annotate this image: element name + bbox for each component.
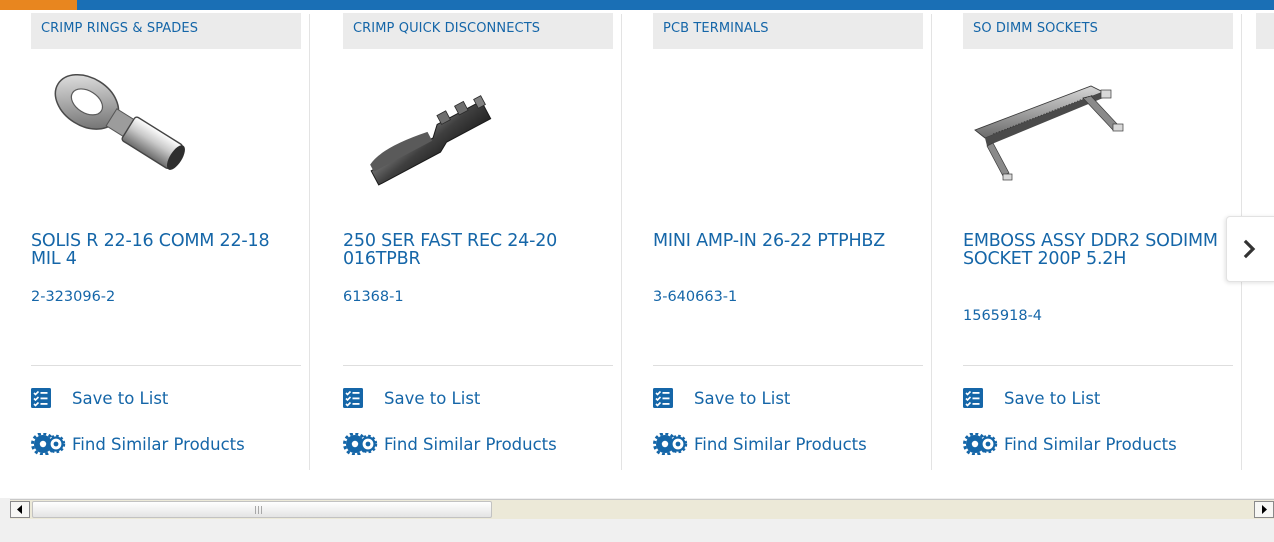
save-label: Save to List	[1004, 388, 1101, 408]
save-label: Save to List	[72, 388, 169, 408]
find-similar-button[interactable]: Find Similar Products	[343, 433, 557, 455]
checklist-icon	[343, 388, 363, 408]
product-image[interactable]	[963, 68, 1143, 198]
gears-icon	[343, 433, 378, 455]
product-title[interactable]: 250 SER FAST REC 24-20 016TPBR	[343, 232, 601, 268]
gears-icon	[31, 433, 66, 455]
product-title[interactable]: EMBOSS ASSY DDR2 SODIMM SOCKET 200P 5.2H	[963, 232, 1221, 268]
find-label: Find Similar Products	[384, 434, 557, 454]
gears-icon	[653, 433, 688, 455]
category-label-partial	[1256, 13, 1274, 49]
find-label: Find Similar Products	[72, 434, 245, 454]
category-label[interactable]: PCB TERMINALS	[653, 13, 923, 49]
arrow-right-icon	[1262, 505, 1267, 514]
save-label: Save to List	[384, 388, 481, 408]
product-card: SO DIMM SOCKETS EMBOSS ASSY DDR2 SODIMM …	[932, 10, 1242, 470]
find-similar-button[interactable]: Find Similar Products	[963, 433, 1177, 455]
scroll-thumb[interactable]	[32, 501, 492, 518]
product-image[interactable]	[653, 68, 833, 198]
sodimm-socket-image	[974, 85, 1124, 181]
save-to-list-button[interactable]: Save to List	[31, 388, 168, 408]
find-similar-button[interactable]: Find Similar Products	[31, 433, 245, 455]
product-card: CRIMP QUICK DISCONNECTS 250 SER FAST REC…	[312, 10, 622, 470]
category-label[interactable]: CRIMP RINGS & SPADES	[31, 13, 301, 49]
category-label[interactable]: SO DIMM SOCKETS	[963, 13, 1233, 49]
divider	[31, 365, 301, 366]
divider	[653, 365, 923, 366]
top-bar	[0, 0, 1274, 10]
product-carousel: CRIMP RINGS & SPADES SOLIS R 22-16 COMM …	[0, 0, 1274, 498]
category-label[interactable]: CRIMP QUICK DISCONNECTS	[343, 13, 613, 49]
divider	[963, 365, 1233, 366]
product-card: CRIMP RINGS & SPADES SOLIS R 22-16 COMM …	[0, 10, 310, 470]
arrow-left-icon	[17, 505, 22, 514]
chevron-right-icon	[1243, 239, 1256, 259]
scroll-track[interactable]	[32, 501, 1252, 518]
save-to-list-button[interactable]: Save to List	[963, 388, 1100, 408]
top-bar-accent	[0, 0, 77, 10]
ring-terminal-image	[54, 73, 185, 170]
save-to-list-button[interactable]: Save to List	[653, 388, 790, 408]
part-number[interactable]: 3-640663-1	[653, 289, 737, 305]
find-label: Find Similar Products	[694, 434, 867, 454]
checklist-icon	[963, 388, 983, 408]
product-title[interactable]: MINI AMP-IN 26-22 PTPHBZ	[653, 232, 911, 250]
horizontal-scrollbar[interactable]	[10, 499, 1274, 519]
find-similar-button[interactable]: Find Similar Products	[653, 433, 867, 455]
product-image[interactable]	[343, 68, 523, 198]
part-number[interactable]: 1565918-4	[963, 308, 1042, 324]
gears-icon	[963, 433, 998, 455]
product-image[interactable]	[31, 68, 211, 198]
product-title[interactable]: SOLIS R 22-16 COMM 22-18 MIL 4	[31, 232, 289, 268]
quick-disconnect-image	[370, 95, 492, 186]
save-label: Save to List	[694, 388, 791, 408]
product-card: PCB TERMINALS MINI AMP-IN 26-22 PTPHBZ 3…	[622, 10, 932, 470]
find-label: Find Similar Products	[1004, 434, 1177, 454]
divider	[343, 365, 613, 366]
checklist-icon	[31, 388, 51, 408]
carousel-next-button[interactable]	[1226, 216, 1274, 282]
save-to-list-button[interactable]: Save to List	[343, 388, 480, 408]
checklist-icon	[653, 388, 673, 408]
scroll-grip	[255, 506, 263, 514]
scroll-left-button[interactable]	[10, 501, 30, 518]
part-number[interactable]: 2-323096-2	[31, 289, 115, 305]
part-number[interactable]: 61368-1	[343, 289, 404, 305]
scroll-right-button[interactable]	[1254, 501, 1274, 518]
